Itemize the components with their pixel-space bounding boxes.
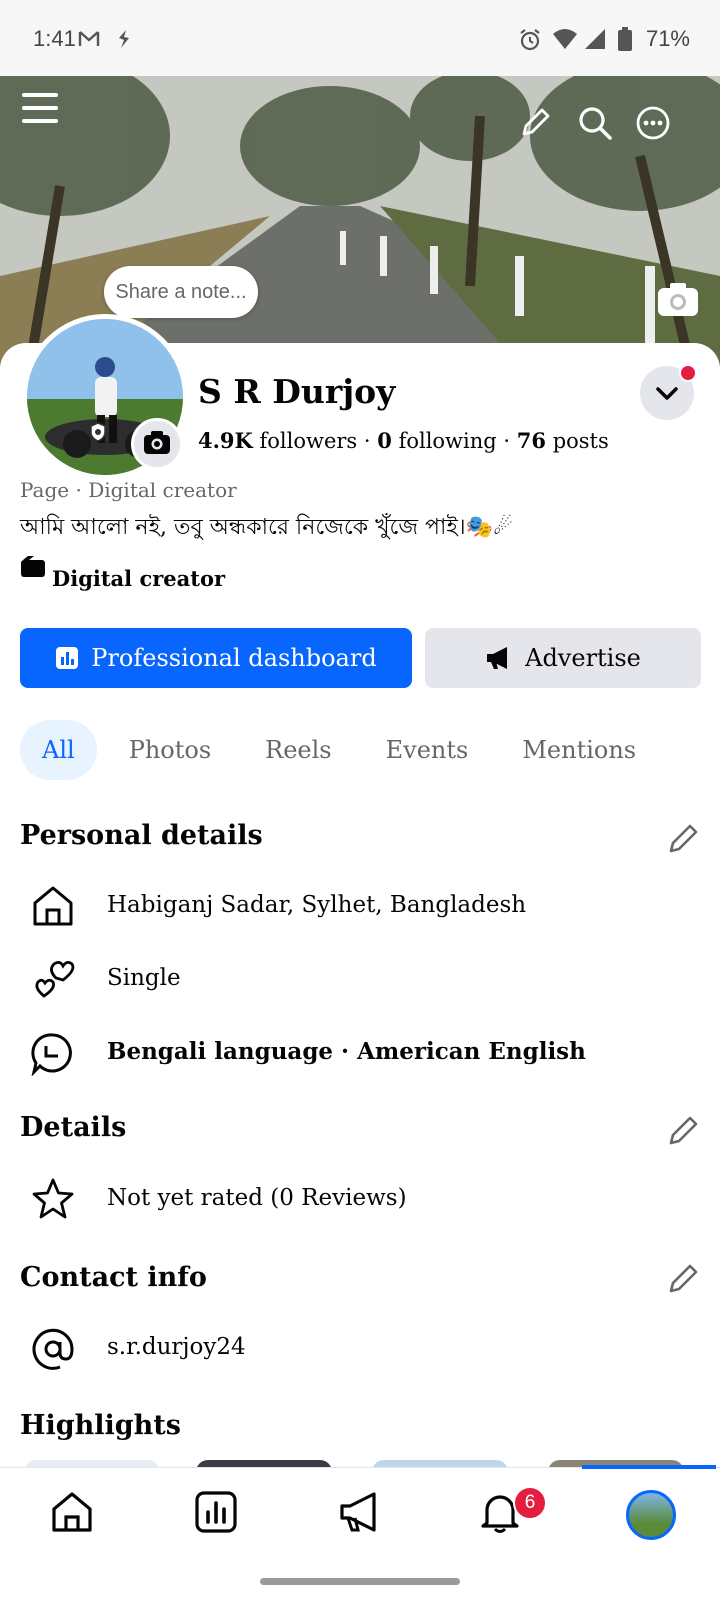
alarm-icon [520,29,540,51]
avatar-camera-button[interactable] [131,418,183,470]
share-note-bubble[interactable]: Share a note... [104,266,258,318]
profile-nav-avatar[interactable] [626,1490,676,1540]
page-category: Page · Digital creator [20,478,237,502]
relationship-hearts-icon [35,961,75,998]
megaphone-icon [487,647,508,669]
rating-text: Not yet rated (0 Reviews) [107,1185,407,1211]
notification-dot [679,364,697,382]
location-text: Habiganj Sadar, Sylhet, Bangladesh [107,892,527,918]
cover-camera-button[interactable] [656,280,700,318]
stats-separator: · [363,429,378,453]
status-time: 1:41 [33,26,76,51]
megaphone-nav-icon[interactable] [338,1490,382,1534]
star-icon [32,1178,74,1219]
posts-count[interactable]: 76 [517,428,546,453]
following-count[interactable]: 0 [377,428,392,453]
edit-icon[interactable] [668,1114,700,1146]
camera-icon [144,431,170,454]
menu-icon[interactable] [22,92,58,124]
tab-reels[interactable]: Reels [243,720,353,780]
professional-dashboard-label: Professional dashboard [91,644,377,672]
relationship-text: Single [107,965,181,991]
dashboard-chart-icon [56,647,79,669]
tab-events[interactable]: Events [364,720,491,780]
tab-mentions[interactable]: Mentions [500,720,658,780]
followers-count[interactable]: 4.9K [198,428,253,453]
notifications-badge: 6 [513,1486,547,1520]
home-nav-icon[interactable] [50,1490,94,1534]
edit-profile-icon[interactable] [520,106,552,138]
gmail-icon [78,31,100,46]
followers-label[interactable]: followers [259,429,357,453]
content-tabs: All Photos Reels Events Mentions [20,720,668,780]
active-tab-indicator [582,1465,716,1469]
professional-dashboard-button[interactable]: Professional dashboard [20,628,412,688]
language-icon [31,1033,72,1076]
battery-percent: 71% [645,26,690,51]
edit-icon[interactable] [668,1262,700,1294]
battery-icon [618,27,632,51]
status-bar [0,0,720,76]
dashboard-nav-icon[interactable] [194,1490,238,1534]
at-sign-icon [32,1328,74,1370]
highlights-title: Highlights [20,1410,181,1441]
shield-icon [90,422,106,442]
creator-category: Digital creator [52,566,226,591]
clapperboard-icon [21,556,45,577]
tab-photos[interactable]: Photos [107,720,233,780]
languages-text: Bengali language · American English [107,1038,586,1065]
advertise-label: Advertise [525,644,641,672]
advertise-button[interactable]: Advertise [425,628,701,688]
camera-icon [658,283,698,316]
more-options-icon[interactable] [636,106,670,140]
home-icon [33,886,73,926]
app-notification-icon [119,30,129,48]
following-label[interactable]: following [399,429,497,453]
search-icon[interactable] [578,106,612,140]
contact-handle[interactable]: s.r.durjoy24 [107,1334,246,1360]
tab-all[interactable]: All [20,720,97,780]
stats-separator: · [503,429,517,453]
personal-details-title: Personal details [20,820,263,851]
profile-bio: আমি আলো নই, তবু অন্ধকারে নিজেকে খুঁজে পা… [20,515,513,540]
profile-name: S R Durjoy [198,372,396,411]
contact-info-title: Contact info [20,1262,207,1293]
cellular-signal-icon [585,29,605,49]
home-gesture-bar[interactable] [260,1578,460,1585]
details-title: Details [20,1112,127,1143]
posts-label[interactable]: posts [553,429,609,453]
edit-icon[interactable] [668,822,700,854]
profile-stats: 4.9K followers · 0 following · 76 posts [198,428,609,453]
wifi-icon [553,29,577,49]
